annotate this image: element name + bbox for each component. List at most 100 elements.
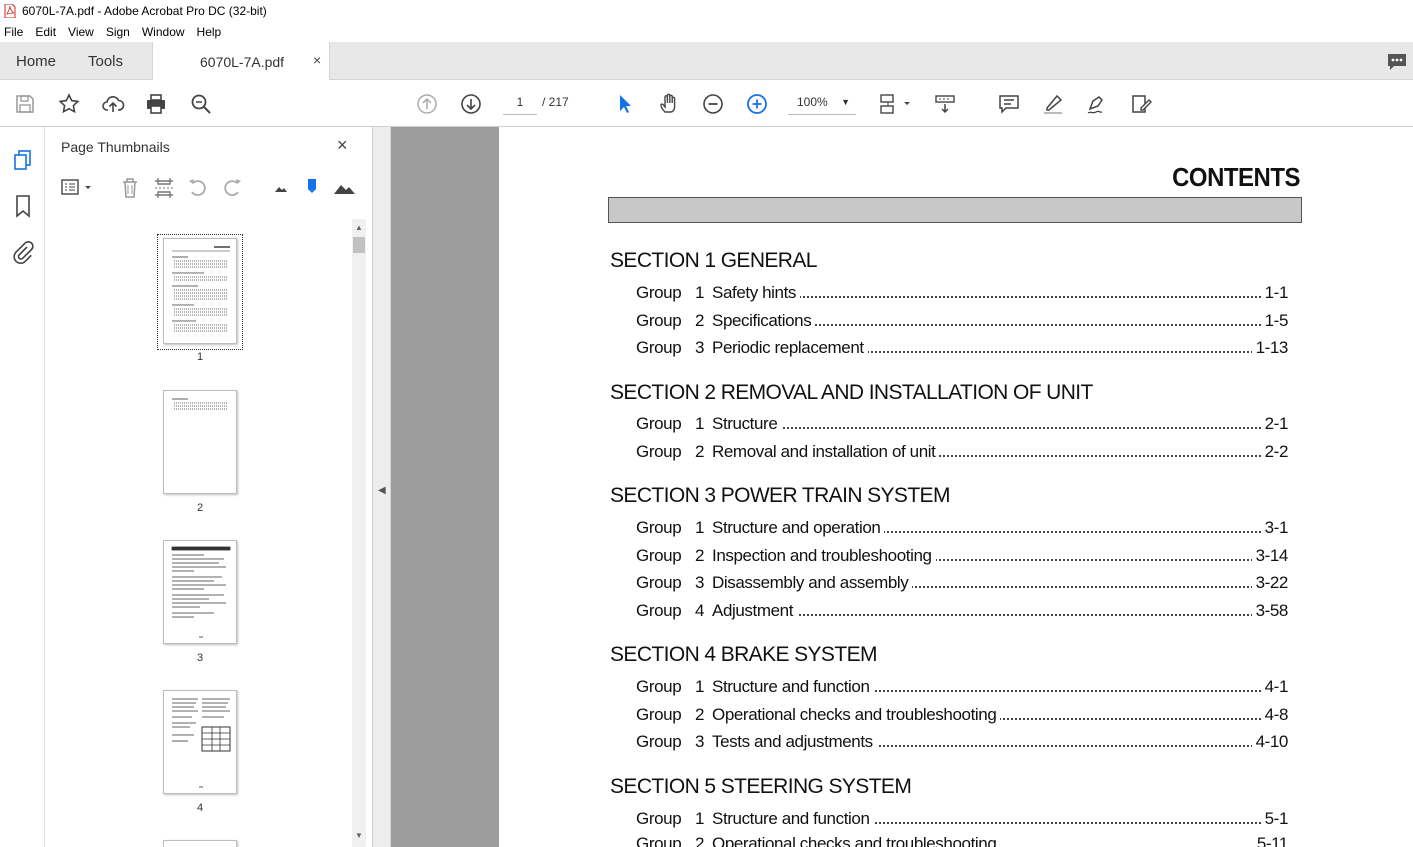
toc-entry[interactable]: Group 4 Adjustment 3-58	[636, 601, 1288, 625]
menu-window[interactable]: Window	[142, 25, 185, 39]
menu-view[interactable]: View	[68, 25, 94, 39]
bookmark-icon[interactable]	[10, 193, 36, 219]
toc-group: Group	[636, 311, 682, 330]
toc-text: Safety hints	[712, 283, 801, 303]
fill-sign-icon[interactable]	[1128, 91, 1154, 117]
section-heading: SECTION 4 BRAKE SYSTEM	[610, 643, 877, 666]
comment-bubble-icon[interactable]	[1386, 52, 1408, 72]
toc-entry[interactable]: Group 3 Periodic replacement 1-13	[636, 338, 1288, 362]
menu-sign[interactable]: Sign	[106, 25, 130, 39]
toc-page: 2-2	[1260, 442, 1288, 462]
bookmark-star-icon[interactable]	[56, 91, 82, 117]
scroll-up-icon[interactable]: ▲	[355, 223, 363, 232]
toc-number: 2	[695, 546, 705, 565]
toc-page: 5-11	[1252, 834, 1288, 847]
thumbnail-content	[171, 546, 231, 638]
page-number-input[interactable]: 1	[503, 89, 537, 115]
thumbnail-list: 1 2 3 4	[45, 219, 351, 847]
toc-entry[interactable]: Group 1 Structure 2-1	[636, 414, 1288, 438]
options-menu-icon[interactable]	[59, 175, 95, 201]
menu-file[interactable]: File	[4, 25, 23, 39]
chevron-down-icon: ▼	[841, 97, 850, 107]
toc-number: 3	[695, 573, 705, 592]
highlight-pen-icon[interactable]	[1040, 91, 1066, 117]
rotate-left-icon[interactable]	[185, 175, 211, 201]
panel-resize-handle[interactable]: ◀	[373, 127, 391, 847]
comment-icon[interactable]	[996, 91, 1022, 117]
toc-number: 1	[695, 283, 705, 302]
toc-number: 1	[695, 414, 705, 433]
toc-number: 2	[695, 705, 705, 724]
sign-pen-icon[interactable]	[1084, 91, 1110, 117]
page-layout-icon[interactable]	[876, 91, 916, 117]
toc-page: 3-14	[1251, 546, 1288, 566]
toc-group: Group	[636, 677, 682, 696]
hand-tool-icon[interactable]	[656, 91, 682, 117]
toc-entry[interactable]: Group 2 Inspection and troubleshooting 3-14	[636, 546, 1288, 570]
toc-entry[interactable]: Group 2 Removal and installation of unit 2-…	[636, 442, 1288, 466]
toc-page: 1-5	[1260, 311, 1288, 331]
tab-bar: Home Tools 6070L-7A.pdf ×	[0, 42, 1413, 81]
print-icon[interactable]	[143, 91, 169, 117]
scroll-down-icon[interactable]: ▼	[355, 831, 363, 840]
toc-entry[interactable]: Group 3 Tests and adjustments 4-10	[636, 732, 1288, 756]
next-page-icon[interactable]	[458, 91, 484, 117]
thumbnail-page[interactable]	[163, 690, 237, 794]
select-cursor-icon[interactable]	[612, 91, 638, 117]
acrobat-pdf-icon	[4, 4, 16, 18]
toc-entry[interactable]: Group 2 Operational checks and troubleshoo…	[636, 834, 1288, 847]
panel-close-icon[interactable]: ×	[337, 135, 348, 156]
upload-cloud-icon[interactable]	[100, 91, 126, 117]
scrollbar-thumb[interactable]	[353, 237, 365, 253]
toc-number: 1	[695, 809, 705, 828]
menu-help[interactable]: Help	[197, 25, 222, 39]
tab-document[interactable]: 6070L-7A.pdf ×	[152, 42, 330, 81]
toc-page: 4-1	[1260, 677, 1288, 697]
collapse-panel-icon[interactable]: ◀	[378, 485, 386, 496]
toc-entry[interactable]: Group 3 Disassembly and assembly 3-22	[636, 573, 1288, 597]
toc-number: 1	[695, 518, 705, 537]
delete-page-icon[interactable]	[117, 175, 143, 201]
thumbnail-page[interactable]	[163, 840, 237, 847]
save-icon[interactable]	[12, 91, 38, 117]
tab-tools[interactable]: Tools	[88, 53, 123, 70]
thumbnail-page[interactable]	[163, 540, 237, 644]
tab-home[interactable]: Home	[16, 53, 56, 70]
toc-text: Inspection and troubleshooting	[712, 546, 936, 566]
zoom-select[interactable]: 100% ▼	[788, 89, 856, 115]
toc-entry[interactable]: Group 2 Specifications 1-5	[636, 311, 1288, 335]
page-thumbnails-icon[interactable]	[10, 147, 36, 173]
thumbnail-slider-marker-icon[interactable]	[299, 175, 325, 201]
toc-group: Group	[636, 546, 682, 565]
previous-page-icon[interactable]	[414, 91, 440, 117]
toc-group: Group	[636, 518, 682, 537]
menu-edit[interactable]: Edit	[35, 25, 56, 39]
toc-entry[interactable]: Group 1 Structure and operation 3-1	[636, 518, 1288, 542]
toc-group: Group	[636, 283, 682, 302]
search-zoom-icon[interactable]	[188, 91, 214, 117]
toc-group: Group	[636, 601, 682, 620]
toc-entry[interactable]: Group 1 Structure and function 4-1	[636, 677, 1288, 701]
thumbnail-page[interactable]	[163, 238, 237, 344]
zoom-out-icon[interactable]	[700, 91, 726, 117]
extract-page-icon[interactable]	[151, 175, 177, 201]
toc-group: Group	[636, 442, 682, 461]
thumbnail-smaller-icon[interactable]	[267, 175, 293, 201]
toc-entry[interactable]: Group 1 Safety hints 1-1	[636, 283, 1288, 307]
scrolling-mode-icon[interactable]	[932, 91, 958, 117]
toc-page: 3-22	[1251, 573, 1288, 593]
rotate-right-icon[interactable]	[219, 175, 245, 201]
attachment-paperclip-icon[interactable]	[10, 239, 36, 265]
toc-entry[interactable]: Group 1 Structure and function 5-1	[636, 809, 1288, 833]
toc-number: 1	[695, 677, 705, 696]
toc-number: 2	[695, 442, 705, 461]
tab-close-icon[interactable]: ×	[313, 52, 321, 68]
thumbnail-page[interactable]	[163, 390, 237, 494]
toc-text: Removal and installation of unit	[712, 442, 940, 462]
document-viewer[interactable]: CONTENTS SECTION 1 GENERAL Group 1 Safety …	[391, 127, 1413, 847]
zoom-in-icon[interactable]	[744, 91, 770, 117]
toc-entry[interactable]: Group 2 Operational checks and troubleshoo…	[636, 705, 1288, 729]
thumbnail-scrollbar[interactable]: ▲ ▼	[352, 219, 366, 847]
thumbnail-larger-icon[interactable]	[331, 175, 357, 201]
toc-group: Group	[636, 834, 682, 847]
